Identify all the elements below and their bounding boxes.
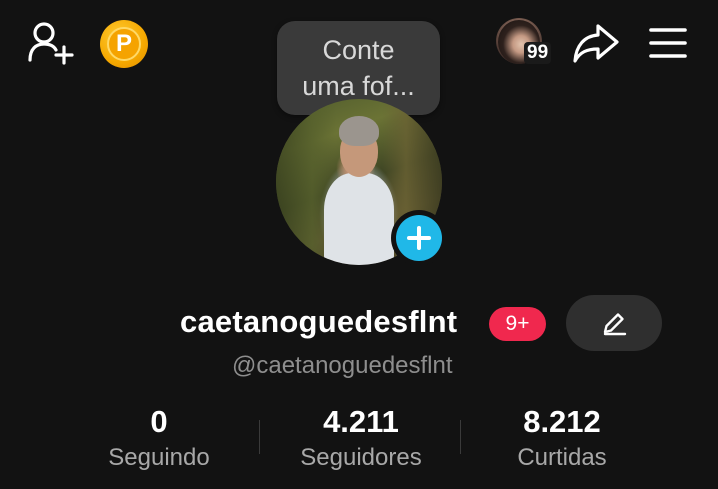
profile-stats: 0 Seguindo 4.211 Seguidores 8.212 Curtid… xyxy=(0,404,718,480)
plus-icon xyxy=(407,226,431,250)
stat-likes[interactable]: 8.212 Curtidas xyxy=(500,404,624,476)
profile-viewers-button[interactable]: 99 xyxy=(496,18,562,68)
menu-button[interactable] xyxy=(644,22,692,64)
stat-following[interactable]: 0 Seguindo xyxy=(99,404,219,476)
coin-letter: P xyxy=(107,27,141,61)
profile-screen: P Conte uma fof... 99 caetanoguedesflnt … xyxy=(0,0,718,489)
stat-label: Curtidas xyxy=(517,444,607,471)
stat-value: 4.211 xyxy=(323,404,399,439)
stat-label: Seguindo xyxy=(108,444,210,471)
menu-icon xyxy=(649,28,687,58)
pencil-icon xyxy=(603,313,627,336)
notification-badge[interactable]: 9+ xyxy=(489,307,546,341)
stat-divider xyxy=(259,420,260,454)
username: caetanoguedesflnt xyxy=(180,304,458,339)
tooltip-line-1: Conte xyxy=(322,35,395,65)
viewer-count: 99 xyxy=(524,42,552,64)
share-button[interactable] xyxy=(570,20,622,66)
edit-profile-button[interactable] xyxy=(566,295,662,351)
add-story-button[interactable] xyxy=(391,210,447,266)
share-icon xyxy=(573,24,619,63)
add-friend-button[interactable] xyxy=(26,20,78,66)
coins-button[interactable]: P xyxy=(100,20,148,68)
coin-icon: P xyxy=(100,20,148,68)
stat-followers[interactable]: 4.211 Seguidores xyxy=(286,404,436,476)
add-user-icon xyxy=(28,22,74,65)
stat-value: 8.212 xyxy=(523,404,601,439)
user-handle: @caetanoguedesflnt xyxy=(232,352,453,379)
stat-value: 0 xyxy=(150,404,168,439)
stat-divider xyxy=(460,420,461,454)
stat-label: Seguidores xyxy=(300,444,422,471)
